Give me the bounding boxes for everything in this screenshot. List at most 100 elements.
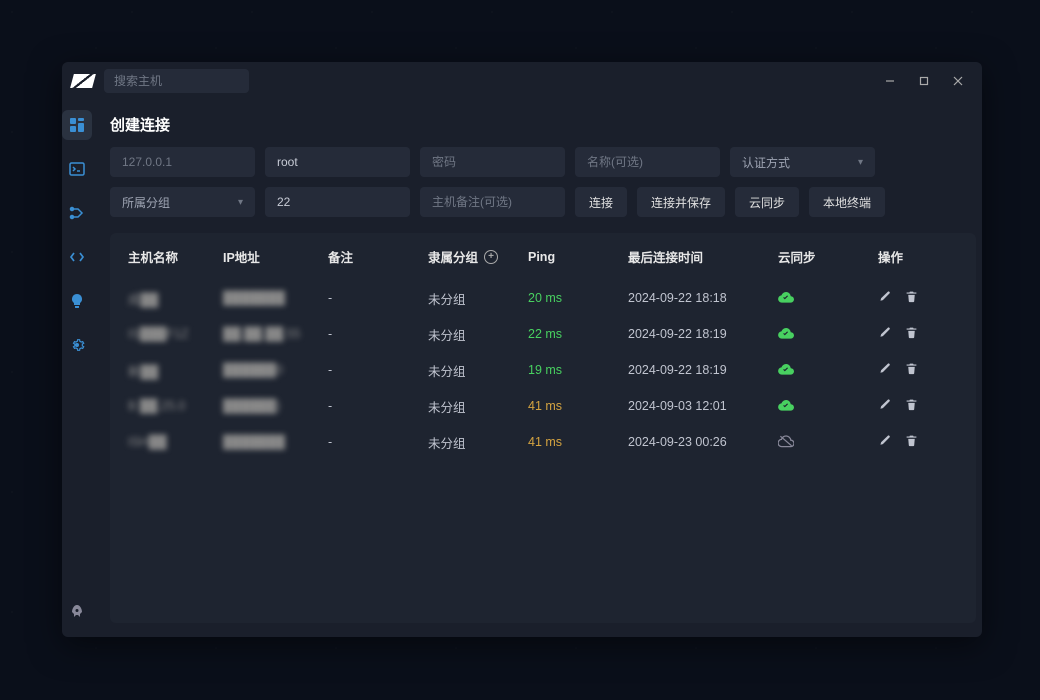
cell-host: IS███F1Z xyxy=(128,327,223,341)
th-ip: IP地址 xyxy=(223,247,328,266)
edit-button[interactable] xyxy=(878,362,891,378)
close-button[interactable] xyxy=(950,73,966,89)
cell-ping: 20 ms xyxy=(528,291,628,305)
sidebar-item-settings[interactable] xyxy=(62,330,92,360)
group-select[interactable]: 所属分组 ▾ xyxy=(110,187,255,217)
cell-last: 2024-09-03 12:01 xyxy=(628,399,778,413)
cell-host: 成██ xyxy=(128,289,223,308)
table-row[interactable]: IS███F1Z██.██.██.55-未分组22 ms2024-09-22 1… xyxy=(128,316,958,352)
cell-ping: 19 ms xyxy=(528,363,628,377)
password-field[interactable] xyxy=(420,147,565,177)
th-ping: Ping xyxy=(528,250,628,264)
name-field[interactable] xyxy=(575,147,720,177)
cell-host: B ██.25.0 xyxy=(128,399,223,413)
cell-ping: 41 ms xyxy=(528,399,628,413)
group-label: 所属分组 xyxy=(122,194,170,211)
cell-ip: ███████ xyxy=(223,291,328,305)
add-group-button[interactable]: + xyxy=(484,250,498,264)
cell-note: - xyxy=(328,399,428,413)
th-host: 主机名称 xyxy=(128,247,223,266)
th-actions: 操作 xyxy=(878,247,958,266)
table-row[interactable]: 新████████0-未分组19 ms2024-09-22 18:19 xyxy=(128,352,958,388)
titlebar xyxy=(62,62,982,100)
cloud-synced-icon xyxy=(778,362,878,379)
cell-note: - xyxy=(328,291,428,305)
cell-group: 未分组 xyxy=(428,289,528,308)
delete-button[interactable] xyxy=(905,326,918,342)
cell-host: ISH██ xyxy=(128,435,223,449)
ip-field[interactable] xyxy=(110,147,255,177)
cell-host: 新██ xyxy=(128,361,223,380)
node-icon xyxy=(69,205,85,221)
cell-group: 未分组 xyxy=(428,361,528,380)
edit-button[interactable] xyxy=(878,434,891,450)
maximize-button[interactable] xyxy=(916,73,932,89)
cell-last: 2024-09-22 18:18 xyxy=(628,291,778,305)
bulb-icon xyxy=(69,293,85,309)
rocket-icon xyxy=(69,604,85,620)
local-terminal-button[interactable]: 本地终端 xyxy=(809,187,885,217)
cell-note: - xyxy=(328,363,428,377)
delete-button[interactable] xyxy=(905,290,918,306)
sidebar-item-rocket[interactable] xyxy=(62,597,92,627)
edit-button[interactable] xyxy=(878,290,891,306)
th-last: 最后连接时间 xyxy=(628,247,778,266)
hosts-table: 主机名称 IP地址 备注 隶属分组 + Ping 最后连接时间 云同步 操作 成… xyxy=(110,233,976,623)
table-row[interactable]: 成█████████-未分组20 ms2024-09-22 18:18 xyxy=(128,280,958,316)
dashboard-icon xyxy=(69,117,85,133)
connect-button[interactable]: 连接 xyxy=(575,187,627,217)
note-field[interactable] xyxy=(420,187,565,217)
main-panel: 创建连接 认证方式 ▾ 所属分组 ▾ xyxy=(92,100,994,637)
app-window: 创建连接 认证方式 ▾ 所属分组 ▾ xyxy=(62,62,982,637)
th-sync: 云同步 xyxy=(778,247,878,266)
cell-ip: ██████) xyxy=(223,399,328,413)
sidebar-item-terminal[interactable] xyxy=(62,154,92,184)
edit-button[interactable] xyxy=(878,398,891,414)
delete-button[interactable] xyxy=(905,434,918,450)
connect-save-button[interactable]: 连接并保存 xyxy=(637,187,725,217)
cell-note: - xyxy=(328,327,428,341)
cell-note: - xyxy=(328,435,428,449)
cell-ip: ██.██.██.55 xyxy=(223,327,328,341)
cell-last: 2024-09-22 18:19 xyxy=(628,327,778,341)
auth-method-label: 认证方式 xyxy=(742,154,790,171)
create-connection-form: 认证方式 ▾ 所属分组 ▾ 连接 连接并保存 云同步 本地终端 xyxy=(110,147,976,217)
cloud-unsynced-icon xyxy=(778,434,878,451)
port-field[interactable] xyxy=(265,187,410,217)
auth-method-select[interactable]: 认证方式 ▾ xyxy=(730,147,875,177)
chevron-down-icon: ▾ xyxy=(858,157,863,168)
sidebar-item-code[interactable] xyxy=(62,242,92,272)
table-row[interactable]: B ██.25.0██████)-未分组41 ms2024-09-03 12:0… xyxy=(128,388,958,424)
cell-ip: ██████0 xyxy=(223,363,328,377)
gear-icon xyxy=(69,337,85,353)
table-header: 主机名称 IP地址 备注 隶属分组 + Ping 最后连接时间 云同步 操作 xyxy=(128,247,958,280)
cell-group: 未分组 xyxy=(428,397,528,416)
delete-button[interactable] xyxy=(905,362,918,378)
table-row[interactable]: ISH█████████-未分组41 ms2024-09-23 00:26 xyxy=(128,424,958,460)
sidebar-item-node[interactable] xyxy=(62,198,92,228)
terminal-icon xyxy=(69,161,85,177)
cloud-synced-icon xyxy=(778,290,878,307)
minimize-button[interactable] xyxy=(882,73,898,89)
user-field[interactable] xyxy=(265,147,410,177)
sidebar-item-dashboard[interactable] xyxy=(62,110,92,140)
edit-button[interactable] xyxy=(878,326,891,342)
cloud-synced-icon xyxy=(778,398,878,415)
delete-button[interactable] xyxy=(905,398,918,414)
cloud-sync-button[interactable]: 云同步 xyxy=(735,187,799,217)
cell-group: 未分组 xyxy=(428,433,528,452)
chevron-down-icon: ▾ xyxy=(238,197,243,208)
th-note: 备注 xyxy=(328,247,428,266)
search-input[interactable] xyxy=(104,69,249,93)
code-icon xyxy=(69,249,85,265)
cell-ip: ███████ xyxy=(223,435,328,449)
cell-last: 2024-09-22 18:19 xyxy=(628,363,778,377)
cell-ping: 41 ms xyxy=(528,435,628,449)
cell-last: 2024-09-23 00:26 xyxy=(628,435,778,449)
page-title: 创建连接 xyxy=(110,114,976,135)
cell-group: 未分组 xyxy=(428,325,528,344)
th-group: 隶属分组 xyxy=(428,247,478,266)
cell-ping: 22 ms xyxy=(528,327,628,341)
sidebar xyxy=(62,100,92,637)
sidebar-item-bulb[interactable] xyxy=(62,286,92,316)
